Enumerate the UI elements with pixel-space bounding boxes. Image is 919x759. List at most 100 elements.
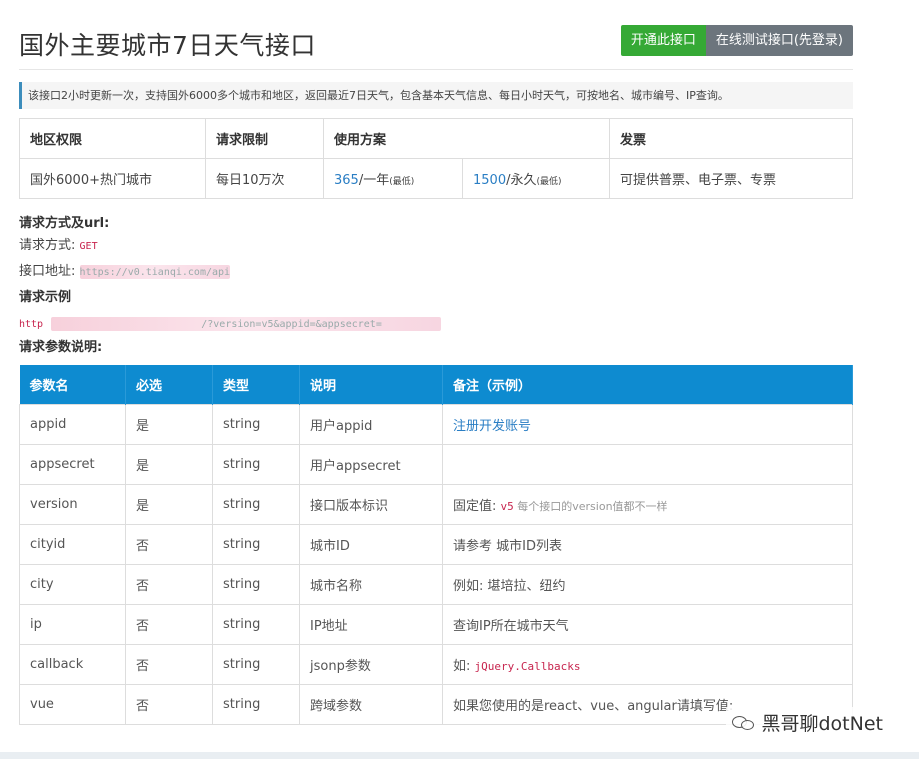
- header-invoice: 发票: [609, 118, 853, 159]
- plan-yearly-note: (最低): [389, 177, 415, 187]
- param-note-prefix: 如:: [453, 658, 475, 674]
- header-buttons: 开通此接口 在线测试接口(先登录): [620, 25, 853, 56]
- param-desc: IP地址: [299, 603, 443, 645]
- table-row: version 是 string 接口版本标识 固定值: v5 每个接口的ver…: [19, 483, 853, 525]
- param-required: 否: [125, 563, 213, 605]
- param-required: 是: [125, 403, 213, 445]
- request-url-line: 接口地址: https://v0.tianqi.com/api: [19, 259, 853, 285]
- params-header-name: 参数名: [19, 365, 126, 404]
- plan-permanent-note: (最低): [536, 177, 562, 187]
- page-header: 国外主要城市7日天气接口 开通此接口 在线测试接口(先登录): [19, 0, 853, 70]
- param-note: 例如: 堪培拉、纽约: [442, 563, 853, 605]
- table-row: callback 否 string jsonp参数 如: jQuery.Call…: [19, 643, 853, 685]
- request-section-title: 请求方式及url:: [19, 216, 110, 231]
- params-header-type: 类型: [212, 365, 300, 404]
- param-required: 否: [125, 523, 213, 565]
- param-note-suffix: 每个接口的version值都不一样: [513, 499, 668, 513]
- param-name: city: [19, 563, 126, 605]
- param-name: version: [19, 483, 126, 525]
- watermark: 黑哥聊dotNet: [725, 707, 889, 738]
- param-note: 查询IP所在城市天气: [442, 603, 853, 645]
- region-value: 国外6000+热门城市: [19, 158, 206, 199]
- param-type: string: [212, 403, 300, 445]
- param-name: vue: [19, 683, 126, 725]
- param-note: 固定值: v5 每个接口的version值都不一样: [442, 483, 853, 525]
- params-header-required: 必选: [125, 365, 213, 404]
- plan-permanent-price: 1500: [473, 173, 507, 188]
- info-table: 地区权限 请求限制 使用方案 发票 国外6000+热门城市 每日10万次 365…: [19, 118, 853, 199]
- param-name: ip: [19, 603, 126, 645]
- plan-yearly: 365/一年(最低): [323, 158, 463, 199]
- page-title: 国外主要城市7日天气接口: [19, 31, 316, 60]
- info-table-header: 地区权限 请求限制 使用方案 发票: [19, 118, 853, 159]
- param-note: 如: jQuery.Callbacks: [442, 643, 853, 685]
- param-type: string: [212, 683, 300, 725]
- watermark-text: 黑哥聊dotNet: [761, 713, 884, 735]
- params-table-header: 参数名 必选 类型 说明 备注（示例）: [19, 365, 853, 404]
- page: 国外主要城市7日天气接口 开通此接口 在线测试接口(先登录) 该接口2小时更新一…: [19, 0, 853, 725]
- limit-value: 每日10万次: [205, 158, 324, 199]
- table-row: appsecret 是 string 用户appsecret: [19, 443, 853, 485]
- header-region: 地区权限: [19, 118, 206, 159]
- param-desc: 城市名称: [299, 563, 443, 605]
- param-note-code: jQuery.Callbacks: [474, 659, 581, 673]
- param-desc: 城市ID: [299, 523, 443, 565]
- plan-yearly-price: 365: [334, 173, 359, 188]
- bottom-bar: [0, 752, 919, 759]
- notice-banner: 该接口2小时更新一次，支持国外6000多个城市和地区，返回最近7日天气，包含基本…: [19, 82, 853, 109]
- table-row: city 否 string 城市名称 例如: 堪培拉、纽约: [19, 563, 853, 605]
- params-section-title: 请求参数说明:: [19, 340, 103, 355]
- table-row: appid 是 string 用户appid 注册开发账号: [19, 403, 853, 445]
- param-type: string: [212, 603, 300, 645]
- plan-permanent: 1500/永久(最低): [462, 158, 610, 199]
- param-name: appsecret: [19, 443, 126, 485]
- param-desc: 用户appsecret: [299, 443, 443, 485]
- param-required: 否: [125, 603, 213, 645]
- param-note-prefix: 固定值:: [453, 498, 501, 514]
- plan-yearly-unit: /一年: [358, 173, 390, 188]
- table-row: cityid 否 string 城市ID 请参考 城市ID列表: [19, 523, 853, 565]
- param-required: 是: [125, 443, 213, 485]
- param-name: callback: [19, 643, 126, 685]
- param-desc: 跨域参数: [299, 683, 443, 725]
- example-blurred-text: /?version=v5&appid=&appsecret=: [201, 319, 382, 330]
- online-test-button[interactable]: 在线测试接口(先登录): [705, 25, 853, 56]
- param-required: 是: [125, 483, 213, 525]
- request-method-value: GET: [79, 241, 98, 252]
- param-required: 否: [125, 643, 213, 685]
- wechat-icon: [731, 714, 756, 732]
- invoice-value: 可提供普票、电子票、专票: [609, 158, 853, 199]
- param-type: string: [212, 483, 300, 525]
- param-desc: 接口版本标识: [299, 483, 443, 525]
- header-limit: 请求限制: [205, 118, 324, 159]
- table-row: ip 否 string IP地址 查询IP所在城市天气: [19, 603, 853, 645]
- request-url-label: 接口地址:: [19, 264, 76, 279]
- request-url-value: https://v0.tianqi.com/api: [79, 267, 231, 278]
- info-table-row: 国外6000+热门城市 每日10万次 365/一年(最低) 1500/永久(最低…: [19, 158, 853, 199]
- param-note: 请参考 城市ID列表: [442, 523, 853, 565]
- plan-permanent-unit: /永久: [506, 173, 537, 188]
- param-desc: 用户appid: [299, 403, 443, 445]
- params-table: 参数名 必选 类型 说明 备注（示例） appid 是 string 用户app…: [19, 365, 853, 725]
- param-name: cityid: [19, 523, 126, 565]
- params-header-note: 备注（示例）: [442, 365, 853, 404]
- example-line: http /?version=v5&appid=&appsecret=: [19, 311, 853, 337]
- request-method-label: 请求方式:: [19, 238, 76, 253]
- example-prefix: http: [19, 319, 44, 330]
- example-section-title: 请求示例: [19, 290, 72, 305]
- param-type: string: [212, 523, 300, 565]
- param-name: appid: [19, 403, 126, 445]
- request-method-line: 请求方式: GET: [19, 233, 853, 259]
- params-header-desc: 说明: [299, 365, 443, 404]
- param-note: [442, 443, 853, 485]
- open-api-button[interactable]: 开通此接口: [620, 25, 706, 56]
- param-note: 注册开发账号: [442, 403, 853, 445]
- param-type: string: [212, 563, 300, 605]
- register-dev-account-link[interactable]: 注册开发账号: [453, 419, 531, 434]
- param-note-code: v5: [500, 499, 514, 513]
- param-required: 否: [125, 683, 213, 725]
- param-desc: jsonp参数: [299, 643, 443, 685]
- param-type: string: [212, 643, 300, 685]
- param-type: string: [212, 443, 300, 485]
- header-plan: 使用方案: [323, 118, 610, 159]
